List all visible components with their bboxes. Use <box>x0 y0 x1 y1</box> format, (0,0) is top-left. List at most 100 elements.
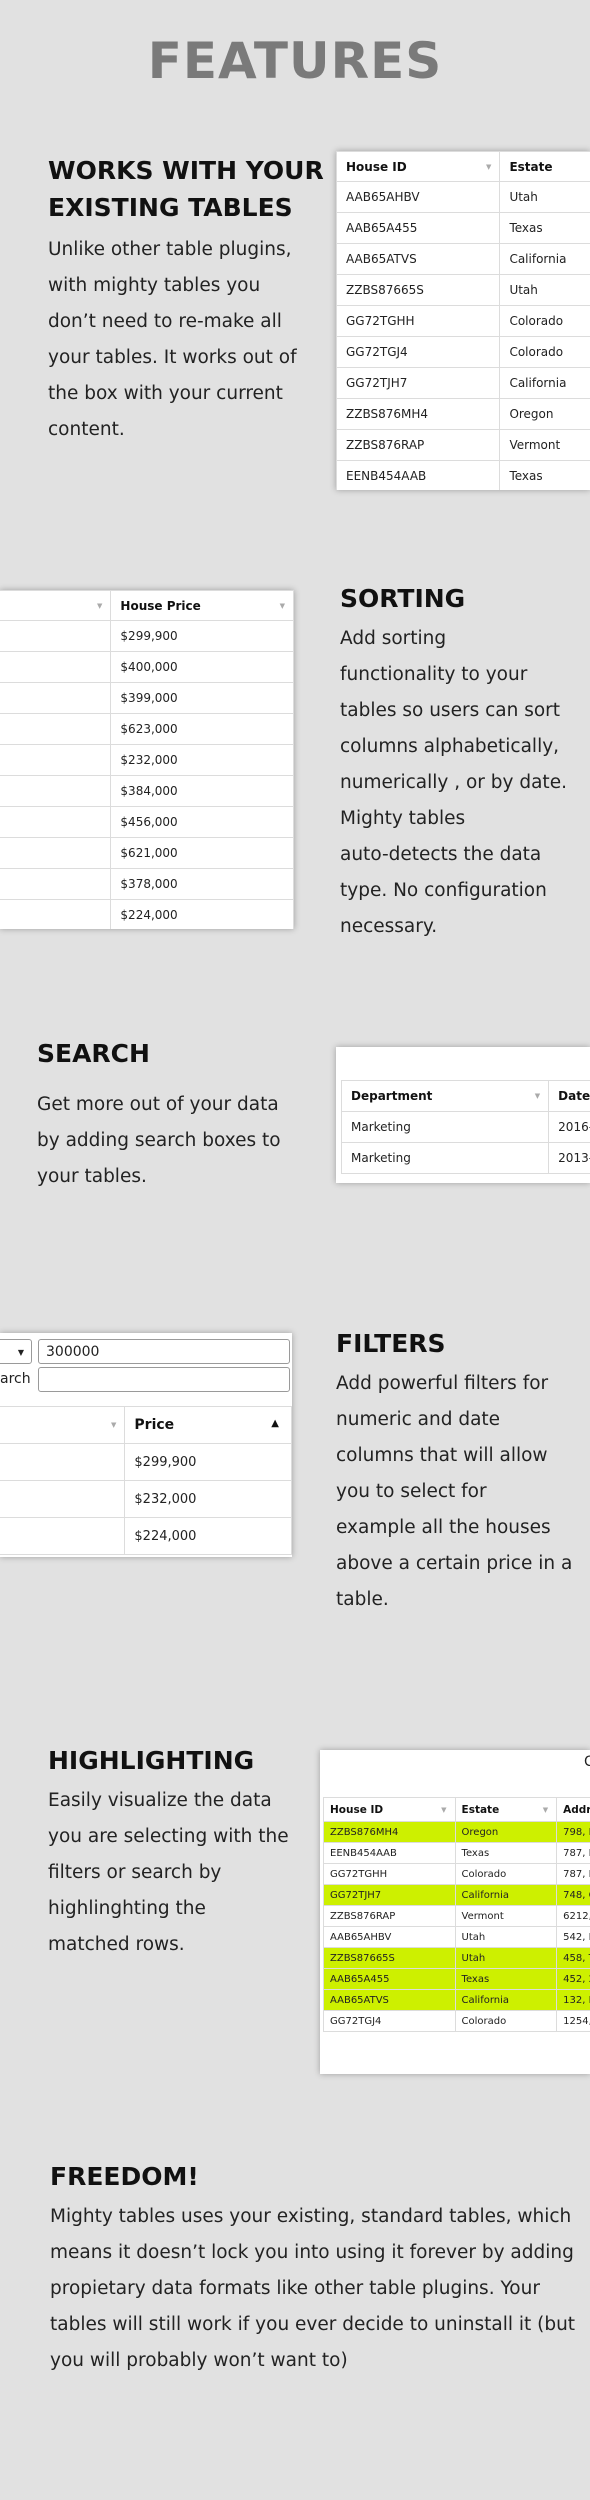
column-header-house-id[interactable]: House ID ▼ <box>323 1797 456 1822</box>
cell-house-id: ZZBS876MH4 <box>323 1821 456 1843</box>
cell-address: 452, 2 <box>556 1968 590 1990</box>
filters-line: you to select for <box>336 1481 487 1502</box>
filters-line: example all the houses <box>336 1517 551 1538</box>
cell-partial <box>0 1443 126 1481</box>
search-section-text: SEARCH Get more out of your data by addi… <box>37 1035 307 1195</box>
sorting-line: tables so users can sort <box>340 700 561 721</box>
table-row: $224,000 <box>0 899 294 929</box>
cell-estate: Oregon <box>454 1821 558 1843</box>
cell-estate: Utah <box>499 274 590 306</box>
table-row-highlighted: GG72TJH7California748, O <box>323 1884 590 1906</box>
price-filter-input[interactable]: 300000 <box>38 1339 290 1364</box>
sort-icon[interactable]: ▼ <box>97 602 102 610</box>
sort-icon[interactable]: ▼ <box>441 1806 446 1814</box>
cell-house-price: $224,000 <box>110 899 294 929</box>
search-input[interactable] <box>38 1367 290 1392</box>
freedom-line: you will probably won’t want to) <box>50 2350 348 2371</box>
cell-estate: Colorado <box>499 336 590 368</box>
cell-partial <box>0 620 112 652</box>
sorting-line: Add sorting <box>340 628 447 649</box>
table-row: ZZBS87665S Utah <box>336 274 590 306</box>
works-heading-line2: EXISTING TABLES <box>48 193 293 222</box>
sorting-line: type. No configuration <box>340 880 547 901</box>
table-row: $224,000 <box>0 1517 292 1555</box>
sort-icon[interactable]: ▼ <box>111 1421 116 1429</box>
cell-house-price: $299,900 <box>110 620 294 652</box>
table-row: $623,000 <box>0 713 294 745</box>
highlighting-line: highlinghting the <box>48 1898 206 1919</box>
sorting-line: Mighty tables <box>340 808 466 829</box>
sort-icon[interactable]: ▼ <box>280 602 285 610</box>
column-header-estate[interactable]: Estate ▼ <box>454 1797 558 1822</box>
table-row: $232,000 <box>0 1480 292 1518</box>
freedom-heading: FREEDOM! <box>50 2162 199 2191</box>
cell-partial <box>0 899 112 929</box>
works-line: Unlike other table plugins, <box>48 239 292 260</box>
column-header-house-id[interactable]: House ID ▼ <box>336 151 501 182</box>
sort-ascending-icon[interactable]: ▲ <box>271 1418 279 1429</box>
sorting-table-card: ▼ House Price ▼ $299,900 $400,000 $399,00… <box>0 590 294 929</box>
cell-address: 748, O <box>556 1884 590 1906</box>
column-header-date[interactable]: Date H <box>548 1080 590 1112</box>
filters-line: above a certain price in a <box>336 1553 573 1574</box>
works-line: content. <box>48 419 125 440</box>
cell-house-id: GG72TGHH <box>336 305 501 337</box>
cell-partial <box>0 744 112 776</box>
sort-icon[interactable]: ▼ <box>543 1806 548 1814</box>
filters-description: Add powerful filters for numeric and dat… <box>336 1366 586 1618</box>
page-title: FEATURES <box>147 32 443 90</box>
highlighting-line: filters or search by <box>48 1862 222 1883</box>
cell-partial <box>0 868 112 900</box>
sort-icon[interactable]: ▼ <box>535 1092 540 1100</box>
highlighting-table: House ID▼ Estate▼ Addre ZZBS876MH4Oregon… <box>323 1797 590 2032</box>
column-header-address[interactable]: Addre <box>556 1797 590 1822</box>
cell-house-price: $456,000 <box>110 806 294 838</box>
table-row: $400,000 <box>0 651 294 683</box>
search-table: Department▼ Date H Marketing2016-0 Marke… <box>340 1080 590 1174</box>
cell-house-id: AAB65A455 <box>336 212 501 244</box>
table-row: Marketing2016-0 <box>340 1111 590 1143</box>
cell-address: 787, F <box>556 1863 590 1885</box>
table-row: AAB65AHBVUtah542, M <box>323 1926 590 1948</box>
works-description: Unlike other table plugins, with mighty … <box>48 232 328 448</box>
filter-operator-select[interactable]: ▼ <box>0 1339 32 1364</box>
table-row: $399,000 <box>0 682 294 714</box>
cell-price: $299,900 <box>124 1443 292 1481</box>
cell-partial <box>0 713 112 745</box>
search-label-partial: C <box>584 1754 590 1770</box>
highlighting-line: Easily visualize the data <box>48 1790 272 1811</box>
column-header-estate[interactable]: Estate <box>499 151 590 182</box>
cell-partial <box>0 1480 126 1518</box>
cell-date: 2016-0 <box>548 1111 590 1143</box>
filters-heading: FILTERS <box>336 1329 446 1358</box>
freedom-section-text: FREEDOM! Mighty tables uses your existin… <box>50 2158 580 2379</box>
search-heading: SEARCH <box>37 1039 150 1068</box>
highlighting-table-card: C House ID▼ Estate▼ Addre ZZBS876MH4Oreg… <box>320 1750 590 2074</box>
column-header-partial[interactable]: ▼ <box>0 1406 126 1444</box>
cell-estate: Vermont <box>454 1905 558 1927</box>
chevron-down-icon[interactable]: ▼ <box>18 1348 24 1357</box>
table-row: $299,900 <box>0 620 294 652</box>
column-header-price[interactable]: Price ▲ <box>124 1406 292 1444</box>
column-header-department[interactable]: Department ▼ <box>340 1080 550 1112</box>
table-row: AAB65ATVS California <box>336 243 590 275</box>
sort-icon[interactable]: ▼ <box>486 163 491 171</box>
cell-department: Marketing <box>340 1142 550 1174</box>
freedom-line: tables will still work if you ever decid… <box>50 2314 576 2335</box>
cell-address: 787, L <box>556 1842 590 1864</box>
table-row: GG72TJH7 California <box>336 367 590 399</box>
column-header-house-price[interactable]: House Price ▼ <box>110 590 294 621</box>
cell-house-id: GG72TJH7 <box>336 367 501 399</box>
works-line: with mighty tables you <box>48 275 261 296</box>
search-line: by adding search boxes to <box>37 1130 281 1151</box>
highlighting-heading: HIGHLIGHTING <box>48 1746 255 1775</box>
cell-house-id: GG72TJH7 <box>323 1884 456 1906</box>
column-header-partial[interactable]: ▼ <box>0 590 112 621</box>
sorting-section-text: SORTING Add sorting functionality to you… <box>340 580 590 945</box>
search-table-card: Department▼ Date H Marketing2016-0 Marke… <box>336 1047 590 1183</box>
cell-estate: Oregon <box>499 398 590 430</box>
table-row: ZZBS876RAP Vermont <box>336 429 590 461</box>
sorting-heading: SORTING <box>340 584 466 613</box>
cell-estate: Texas <box>499 460 590 490</box>
cell-house-id: AAB65ATVS <box>336 243 501 275</box>
